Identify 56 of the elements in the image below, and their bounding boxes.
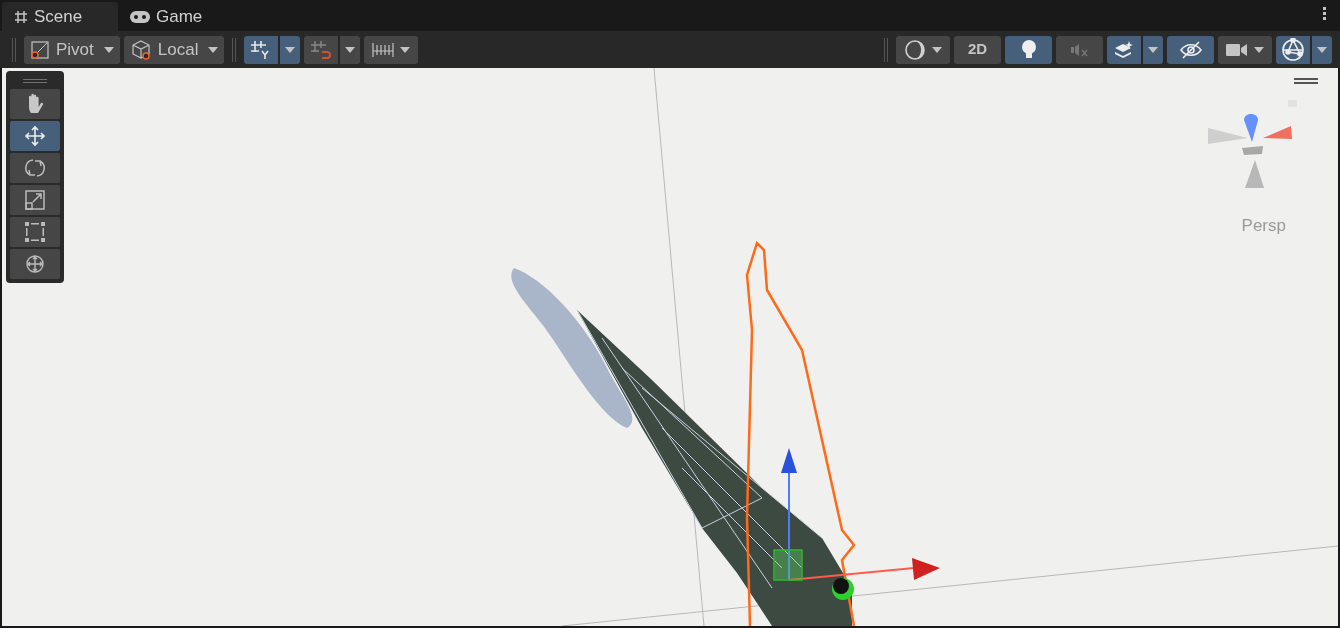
dropdown-button[interactable] [364, 35, 419, 64]
toggle-button[interactable] [1276, 35, 1310, 64]
caret-icon [345, 46, 356, 53]
caret-icon [1148, 46, 1158, 53]
tool-button[interactable] [10, 185, 60, 215]
caret-icon [1254, 46, 1264, 53]
gamepad-icon [130, 10, 150, 23]
dropdown-button[interactable]: Pivot [24, 35, 120, 64]
dropdown-button[interactable] [896, 35, 950, 64]
toggle-button[interactable] [244, 35, 279, 64]
dropdown-button[interactable] [1218, 35, 1272, 64]
more-options-icon[interactable] [1323, 7, 1326, 20]
caret-icon [400, 46, 411, 53]
toggle-button[interactable] [1167, 35, 1214, 64]
toolbar-grip-icon[interactable] [232, 37, 237, 62]
tool-button[interactable] [10, 153, 60, 183]
toggle-button[interactable] [1107, 35, 1141, 64]
tool-button[interactable] [10, 249, 60, 279]
light-bulb-icon [1020, 38, 1037, 61]
magnet-icon [310, 39, 333, 60]
tab[interactable]: Scene [2, 2, 118, 31]
hidden-eye-icon [1178, 40, 1203, 59]
dropdown-arrow-button[interactable] [340, 35, 361, 64]
hash-icon [14, 9, 28, 24]
toggle-button[interactable] [1005, 35, 1052, 64]
cube-icon [129, 38, 152, 61]
layers-icon [1113, 39, 1135, 60]
move-arrows-icon [23, 124, 47, 148]
caret-icon [103, 46, 114, 53]
gizmo-sphere-icon [1281, 37, 1305, 62]
ruler-icon [372, 40, 395, 59]
menu-icon[interactable] [1294, 78, 1318, 84]
toggle-button[interactable]: 2D [954, 35, 1001, 64]
caret-icon [932, 46, 942, 53]
tool-button[interactable] [10, 89, 60, 119]
tool-button[interactable] [10, 121, 60, 151]
video-camera-icon [1226, 42, 1248, 57]
transform-icon [23, 252, 47, 276]
muted-speaker-icon [1069, 41, 1090, 58]
scale-icon [24, 189, 46, 211]
toolbar-grip-icon[interactable] [884, 37, 888, 62]
toggle-button[interactable] [1056, 35, 1103, 64]
rotate-icon [23, 156, 47, 180]
caret-icon [208, 46, 219, 53]
rect-transform-icon [24, 221, 46, 243]
dropdown-arrow-button[interactable] [280, 35, 301, 64]
caret-icon [285, 46, 296, 53]
pivot-icon [30, 39, 50, 60]
dropdown-button[interactable]: Local [123, 35, 225, 64]
dropdown-arrow-button[interactable] [1143, 35, 1163, 64]
shading-icon [904, 38, 926, 61]
dropdown-arrow-button[interactable] [1312, 35, 1332, 64]
toggle-button[interactable] [304, 35, 339, 64]
toolbar-grip-icon[interactable] [12, 37, 16, 62]
tool-button[interactable] [10, 217, 60, 247]
caret-icon [1317, 46, 1327, 53]
